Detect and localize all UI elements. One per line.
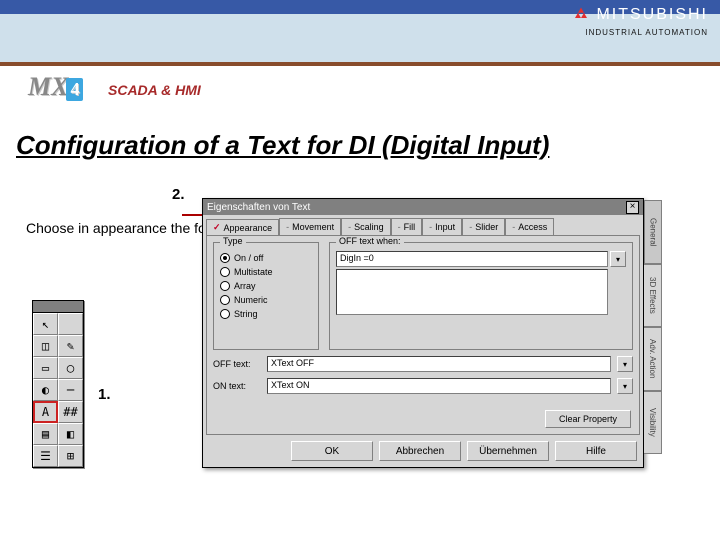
tab-appearance[interactable]: ✓Appearance <box>206 219 279 236</box>
number-tool[interactable]: ## <box>58 401 83 423</box>
dialog-tabs: ✓Appearance-Movement-Scaling-Fill-Input-… <box>206 218 640 235</box>
on-text-picker-button[interactable]: ▾ <box>617 378 633 394</box>
tab-scaling[interactable]: -Scaling <box>341 218 391 235</box>
off-text-label: OFF text: <box>213 359 261 369</box>
dialog-body: Type On / off Multistate Array Numeric Strin… <box>206 235 640 435</box>
apply-button[interactable]: Übernehmen <box>467 441 549 461</box>
dialog-titlebar[interactable]: Eigenschaften von Text × <box>203 199 643 215</box>
tab-input[interactable]: -Input <box>422 218 462 235</box>
product-label: SCADA & HMI <box>108 82 201 98</box>
type-radio-string[interactable]: String <box>220 309 312 319</box>
tool-palette: ↖ ◫✎▭◯◐─A##▤◧☰⊞ <box>32 300 84 468</box>
ellipse-tool[interactable]: ◯ <box>58 357 83 379</box>
tab-movement[interactable]: -Movement <box>279 218 341 235</box>
ok-button[interactable]: OK <box>291 441 373 461</box>
brand-name: MITSUBISHI <box>596 6 708 24</box>
cancel-button[interactable]: Abbrechen <box>379 441 461 461</box>
mitsubishi-logo-icon <box>572 6 590 24</box>
properties-dialog: Eigenschaften von Text × ✓Appearance-Mov… <box>202 198 644 468</box>
radio-icon <box>220 253 230 263</box>
type-group: Type On / offMultistateArrayNumericStrin… <box>213 242 319 350</box>
pencil-tool[interactable]: ✎ <box>58 335 83 357</box>
offwhen-group-label: OFF text when: <box>336 236 404 246</box>
step-1-label: 1. <box>98 386 111 403</box>
dialog-title: Eigenschaften von Text <box>207 202 310 213</box>
on-text-input[interactable]: XText ON <box>267 378 611 394</box>
panel-tool[interactable]: ◫ <box>33 335 58 357</box>
trend-tool[interactable]: ☰ <box>33 445 58 467</box>
off-text-picker-button[interactable]: ▾ <box>617 356 633 372</box>
side-tab-adv-action[interactable]: Adv. Action <box>644 327 662 391</box>
type-radio-multistate[interactable]: Multistate <box>220 267 312 277</box>
help-button[interactable]: Hilfe <box>555 441 637 461</box>
brand-banner: MITSUBISHI INDUSTRIAL AUTOMATION <box>0 0 720 66</box>
blank-tool[interactable] <box>58 313 83 335</box>
tab-access[interactable]: -Access <box>505 218 554 235</box>
brand-block: MITSUBISHI <box>572 6 708 24</box>
symbol-tool[interactable]: ◧ <box>58 423 83 445</box>
clear-property-button[interactable]: Clear Property <box>545 410 631 428</box>
side-tab-visibility[interactable]: Visibility <box>644 391 662 455</box>
offwhen-list[interactable] <box>336 269 608 315</box>
offwhen-group: OFF text when: DigIn =0 ▾ <box>329 242 633 350</box>
radio-icon <box>220 281 230 291</box>
line-tool[interactable]: ─ <box>58 379 83 401</box>
expression-picker-button[interactable]: ▾ <box>610 251 626 267</box>
step-2-label: 2. <box>172 186 185 203</box>
text-tool[interactable]: A <box>33 401 58 423</box>
offwhen-input[interactable]: DigIn =0 <box>336 251 608 267</box>
product-logo: MX4 <box>28 72 83 102</box>
palette-titlebar[interactable] <box>33 301 83 313</box>
type-radio-on-off[interactable]: On / off <box>220 253 312 263</box>
arc-tool[interactable]: ◐ <box>33 379 58 401</box>
brand-subtitle: INDUSTRIAL AUTOMATION <box>585 28 708 37</box>
rect-tool[interactable]: ▭ <box>33 357 58 379</box>
dialog-footer: OK Abbrechen Übernehmen Hilfe <box>203 435 643 467</box>
button-tool[interactable]: ▤ <box>33 423 58 445</box>
page-title: Configuration of a Text for DI (Digital … <box>16 130 549 161</box>
radio-icon <box>220 309 230 319</box>
dialog-side-tabs: General3D EffectsAdv. ActionVisibility <box>644 200 662 454</box>
side-tab-general[interactable]: General <box>644 200 662 264</box>
type-radio-numeric[interactable]: Numeric <box>220 295 312 305</box>
side-tab--d-effects[interactable]: 3D Effects <box>644 264 662 328</box>
off-text-input[interactable]: XText OFF <box>267 356 611 372</box>
close-button[interactable]: × <box>626 201 639 214</box>
pointer-tool[interactable]: ↖ <box>33 313 58 335</box>
on-text-label: ON text: <box>213 381 261 391</box>
type-group-label: Type <box>220 236 246 246</box>
tab-fill[interactable]: -Fill <box>391 218 423 235</box>
tab-slider[interactable]: -Slider <box>462 218 505 235</box>
radio-icon <box>220 295 230 305</box>
type-radio-array[interactable]: Array <box>220 281 312 291</box>
radio-icon <box>220 267 230 277</box>
grid-tool[interactable]: ⊞ <box>58 445 83 467</box>
